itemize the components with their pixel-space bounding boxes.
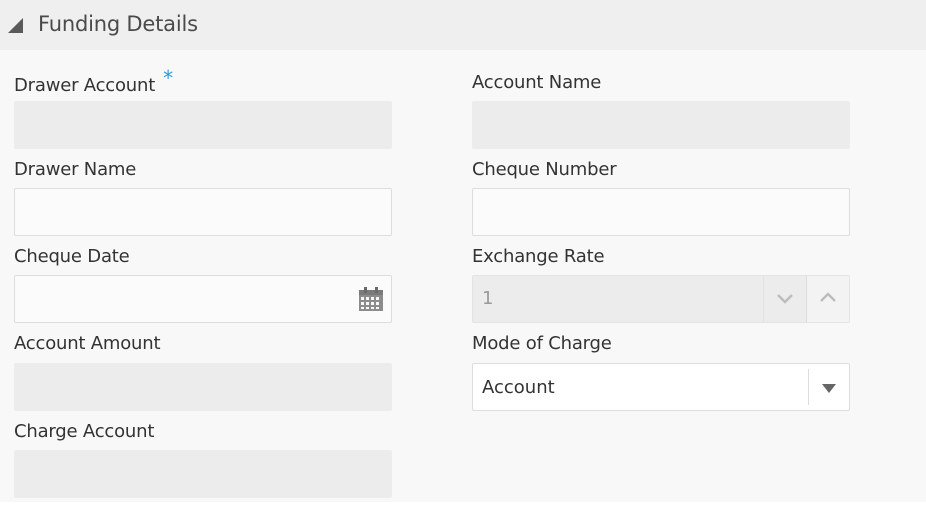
charge-account-field bbox=[14, 450, 392, 498]
panel-title: Funding Details bbox=[38, 12, 198, 36]
cheque-date-label: Cheque Date bbox=[14, 246, 130, 267]
cheque-number-field[interactable] bbox=[472, 188, 850, 236]
drawer-name-label: Drawer Name bbox=[14, 159, 137, 180]
drawer-name-input[interactable] bbox=[15, 189, 391, 235]
exchange-rate-value: 1 bbox=[482, 288, 494, 309]
charge-account-input bbox=[15, 451, 391, 497]
charge-account-label: Charge Account bbox=[14, 421, 155, 442]
cheque-date-field[interactable] bbox=[14, 275, 392, 323]
drawer-account-label: Drawer Account * bbox=[14, 66, 173, 96]
panel-header[interactable]: Funding Details bbox=[0, 0, 926, 50]
drawer-name-field[interactable] bbox=[14, 188, 392, 236]
dropdown-arrow-icon[interactable] bbox=[822, 384, 836, 393]
triangle-collapse-icon[interactable] bbox=[7, 17, 24, 34]
cheque-number-input[interactable] bbox=[473, 189, 849, 235]
account-amount-input bbox=[15, 364, 391, 410]
required-marker: * bbox=[163, 66, 173, 90]
exchange-rate-label: Exchange Rate bbox=[472, 246, 605, 267]
calendar-icon[interactable] bbox=[358, 287, 384, 312]
stepper-buttons bbox=[763, 276, 849, 322]
decrement-button[interactable] bbox=[763, 276, 805, 322]
exchange-rate-stepper: 1 bbox=[472, 275, 850, 323]
account-name-label: Account Name bbox=[472, 72, 602, 93]
account-amount-label: Account Amount bbox=[14, 333, 161, 354]
drawer-account-field bbox=[14, 101, 392, 149]
account-amount-field bbox=[14, 363, 392, 411]
increment-button[interactable] bbox=[806, 276, 849, 322]
chevron-up-icon bbox=[820, 292, 836, 302]
mode-of-charge-value: Account bbox=[482, 377, 555, 398]
cheque-number-label: Cheque Number bbox=[472, 159, 617, 180]
select-divider bbox=[808, 369, 809, 405]
drawer-account-input bbox=[15, 102, 391, 148]
account-name-field bbox=[472, 101, 850, 149]
cheque-date-input[interactable] bbox=[15, 276, 355, 322]
funding-details-panel: Funding Details Drawer Account * Account … bbox=[0, 0, 926, 502]
account-name-input bbox=[473, 102, 849, 148]
chevron-down-icon bbox=[777, 294, 793, 304]
mode-of-charge-select[interactable]: Account bbox=[472, 363, 850, 411]
mode-of-charge-label: Mode of Charge bbox=[472, 333, 612, 354]
